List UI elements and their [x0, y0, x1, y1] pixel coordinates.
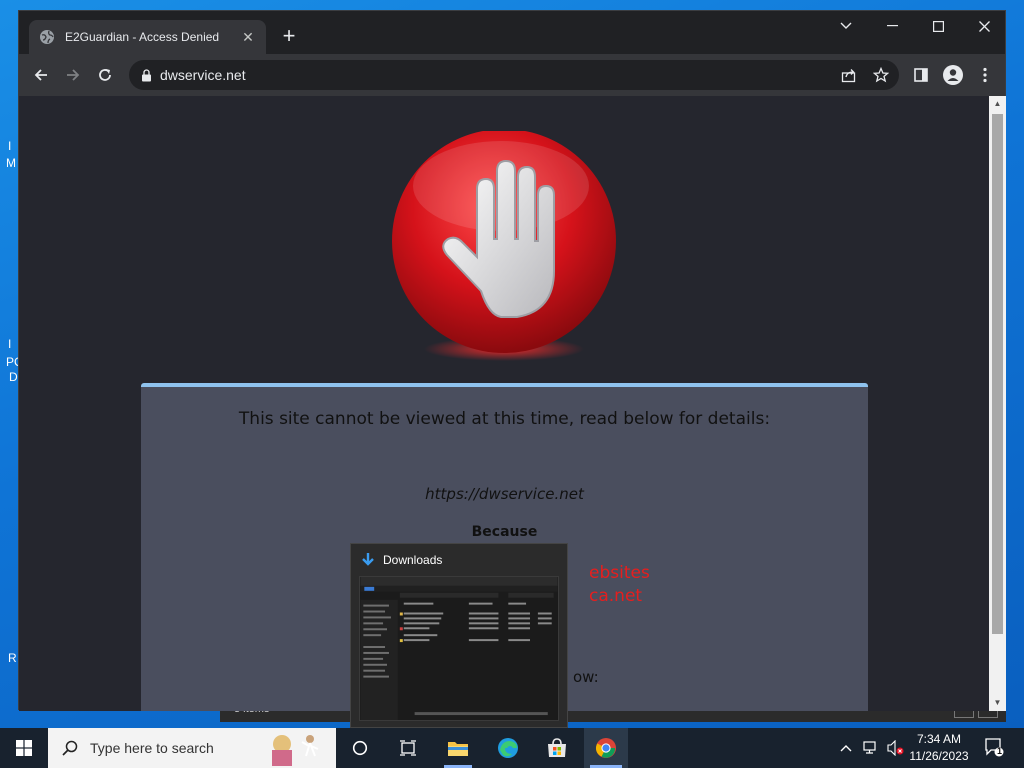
scroll-up-arrow[interactable]: ▲: [989, 96, 1006, 112]
tab-close-icon[interactable]: ✕: [240, 29, 256, 46]
block-reason-line: ca.net: [589, 586, 643, 606]
new-tab-button[interactable]: +: [277, 25, 301, 49]
cortana-icon: [352, 740, 368, 756]
browser-toolbar: dwservice.net: [19, 54, 1005, 96]
back-button[interactable]: [29, 63, 53, 87]
reload-button[interactable]: [93, 63, 117, 87]
lock-icon[interactable]: [141, 68, 152, 82]
close-icon: [978, 20, 990, 32]
scroll-down-arrow[interactable]: ▼: [989, 695, 1006, 711]
desktop-icon-label[interactable]: R: [8, 652, 17, 665]
taskbar-search-box[interactable]: Type here to search: [48, 728, 336, 768]
store-icon: [548, 738, 566, 757]
action-center-button[interactable]: 1: [984, 737, 1004, 757]
cortana-button[interactable]: [340, 728, 380, 768]
because-label: Because: [471, 524, 538, 540]
side-panel-icon: [914, 68, 928, 82]
maximize-icon: [932, 20, 944, 32]
chrome-icon: [595, 738, 616, 758]
block-heading: This site cannot be viewed at this time,…: [238, 409, 771, 429]
taskbar: Type here to search 7:34 AM 11/26/2023 1: [0, 728, 1024, 768]
tab-search-button[interactable]: [823, 11, 869, 41]
kebab-menu-icon: [983, 67, 987, 83]
maximize-button[interactable]: [915, 11, 961, 41]
block-followup-text: ow:: [573, 668, 599, 686]
network-icon: [863, 741, 876, 754]
file-explorer-icon: [448, 742, 468, 756]
taskbar-store[interactable]: [535, 728, 579, 768]
tab-title: E2Guardian - Access Denied: [65, 30, 220, 44]
notification-count: 1: [996, 746, 1002, 756]
taskbar-clock[interactable]: 7:34 AM 11/26/2023: [898, 731, 980, 765]
downloads-window-preview[interactable]: Downloads: [350, 543, 568, 728]
network-tray-button[interactable]: [860, 728, 882, 768]
side-panel-button[interactable]: [909, 63, 933, 87]
search-icon: [62, 740, 78, 756]
preview-title: Downloads: [383, 553, 443, 567]
task-view-button[interactable]: [388, 728, 428, 768]
close-window-button[interactable]: [961, 11, 1007, 41]
start-button[interactable]: [4, 728, 44, 768]
edge-icon: [498, 738, 518, 758]
clock-time: 7:34 AM: [916, 732, 962, 746]
reload-icon: [99, 69, 111, 81]
globe-icon: [40, 30, 54, 44]
clock-date: 11/26/2023: [909, 749, 969, 763]
page-scrollbar[interactable]: ▲ ▼: [989, 96, 1006, 711]
scrollbar-thumb[interactable]: [992, 114, 1003, 634]
forward-button[interactable]: [61, 63, 85, 87]
taskbar-edge[interactable]: [486, 728, 530, 768]
blocked-url: https://dwservice.net: [425, 485, 584, 503]
desktop-icon-label[interactable]: D: [9, 371, 18, 384]
profile-button[interactable]: [941, 63, 965, 87]
minimize-icon: [886, 25, 898, 27]
taskbar-file-explorer[interactable]: [436, 728, 480, 768]
task-view-icon: [400, 740, 416, 756]
explorer-preview-thumbnail: [359, 576, 559, 721]
search-placeholder: Type here to search: [90, 740, 214, 756]
back-arrow-icon: [34, 69, 47, 81]
chevron-down-icon: [840, 22, 852, 29]
download-arrow-icon: [362, 553, 374, 566]
star-icon[interactable]: [873, 67, 889, 83]
taskbar-chrome[interactable]: [584, 728, 628, 768]
address-bar[interactable]: dwservice.net: [129, 60, 899, 90]
desktop-icon-label[interactable]: I: [8, 338, 11, 351]
share-icon[interactable]: [841, 67, 857, 83]
url-text[interactable]: dwservice.net: [160, 67, 246, 83]
minimize-button[interactable]: [869, 11, 915, 41]
tab-strip: E2Guardian - Access Denied ✕ +: [19, 11, 1005, 54]
show-hidden-icons-button[interactable]: [836, 728, 856, 768]
profile-icon: [943, 65, 963, 85]
stop-hand-icon: [392, 131, 616, 361]
desktop-icon-label[interactable]: I: [8, 140, 11, 153]
forward-arrow-icon: [67, 69, 80, 81]
tab-access-denied[interactable]: E2Guardian - Access Denied ✕: [29, 20, 266, 54]
desktop-icon-label[interactable]: M: [6, 157, 16, 170]
windows-logo-icon: [16, 740, 32, 756]
search-highlight-illustration-icon: [272, 735, 319, 766]
chevron-up-icon: [840, 745, 852, 752]
chrome-menu-button[interactable]: [973, 63, 997, 87]
block-reason-line: ebsites: [589, 563, 650, 583]
